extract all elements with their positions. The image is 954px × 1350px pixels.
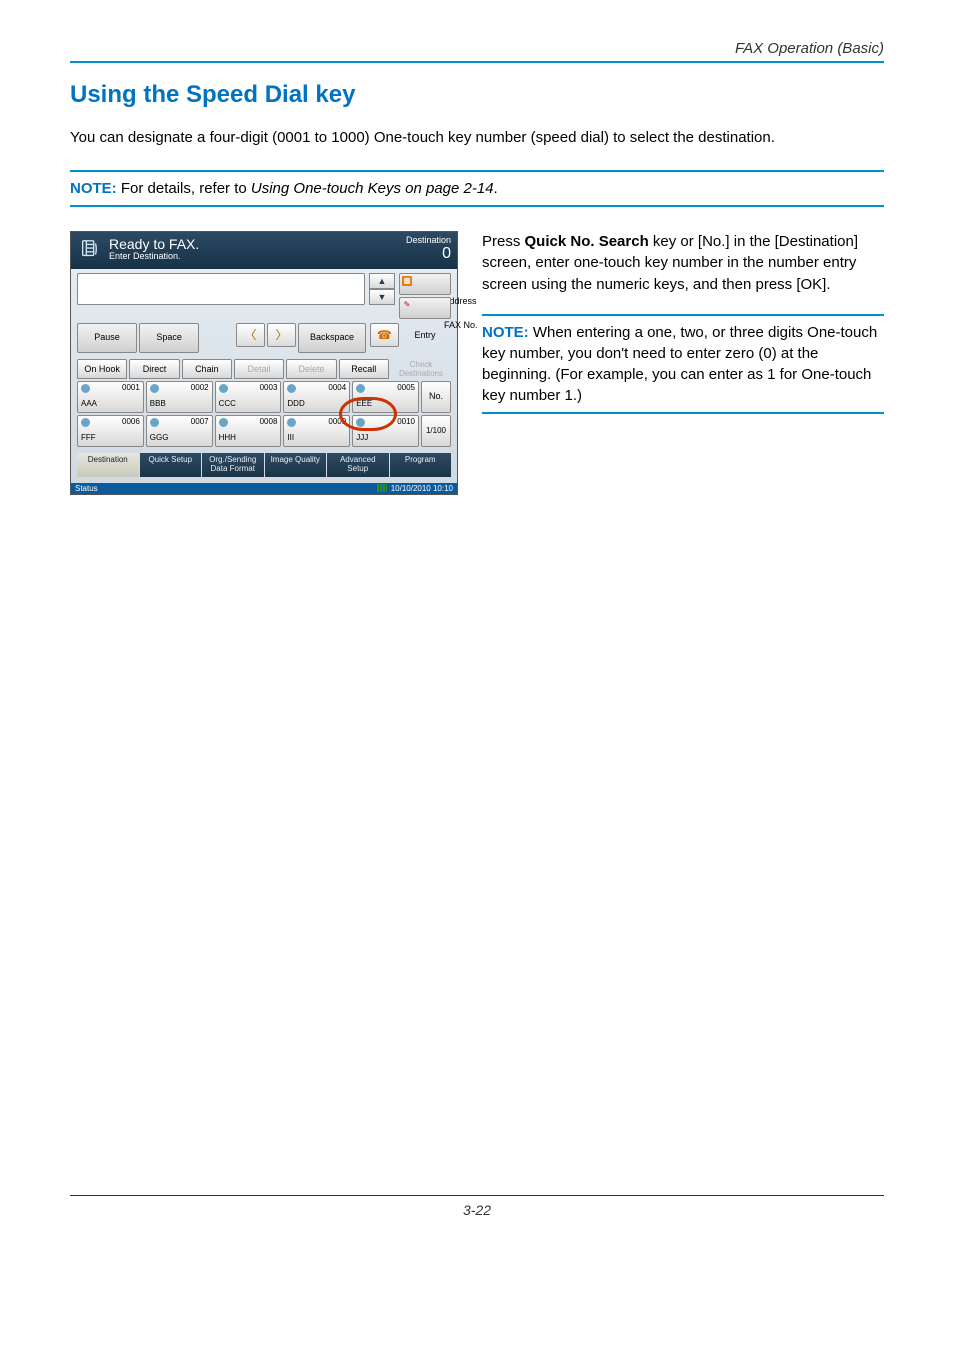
space-button[interactable]: Space xyxy=(139,323,199,353)
onetouch-key-0001[interactable]: 0001AAA xyxy=(77,381,144,413)
onetouch-icon xyxy=(219,384,228,393)
onetouch-icon xyxy=(356,384,365,393)
tab-quick-setup[interactable]: Quick Setup xyxy=(140,453,202,477)
onetouch-icon xyxy=(81,384,90,393)
scroll-up-button[interactable]: ▲ xyxy=(369,273,395,289)
panel-title: Ready to FAX. xyxy=(109,237,199,252)
on-hook-icon-button[interactable]: ☎ xyxy=(370,323,399,347)
onetouch-icon xyxy=(81,418,90,427)
onetouch-key-0009[interactable]: 0009III xyxy=(283,415,350,447)
note-text: For details, refer to xyxy=(117,180,251,197)
address-book-button[interactable]: ▦ Address Book xyxy=(399,273,451,295)
onetouch-key-0003[interactable]: 0003CCC xyxy=(215,381,282,413)
pause-button[interactable]: Pause xyxy=(77,323,137,353)
onetouch-icon xyxy=(287,418,296,427)
quick-no-search-label: Quick No. Search xyxy=(525,233,649,250)
direct-tab[interactable]: Direct xyxy=(129,359,179,379)
scroll-down-button[interactable]: ▼ xyxy=(369,289,395,305)
onetouch-key-0008[interactable]: 0008HHH xyxy=(215,415,282,447)
phone-icon: ☎ xyxy=(377,328,392,342)
onetouch-key-0006[interactable]: 0006FFF xyxy=(77,415,144,447)
dest-count-area: Destination 0 xyxy=(406,236,451,263)
status-label: Status xyxy=(75,484,98,493)
onhook-tab[interactable]: On Hook xyxy=(77,359,127,379)
onetouch-icon xyxy=(356,418,365,427)
recall-tab[interactable]: Recall xyxy=(339,359,389,379)
onetouch-key-0002[interactable]: 0002BBB xyxy=(146,381,213,413)
note-label-2: NOTE: xyxy=(482,324,529,341)
page-indicator: 1/100 xyxy=(421,415,451,447)
panel-header: Ready to FAX. Enter Destination. Destina… xyxy=(71,232,457,269)
memory-icon xyxy=(377,484,387,492)
check-destinations-label: Check Destinations xyxy=(391,359,451,379)
note-box-2: NOTE: When entering a one, two, or three… xyxy=(482,314,884,414)
address-book-icon: ▦ xyxy=(402,276,412,286)
status-datetime: 10/10/2010 10:10 xyxy=(391,484,453,493)
detail-tab[interactable]: Detail xyxy=(234,359,284,379)
onetouch-key-0010[interactable]: 0010JJJ xyxy=(352,415,419,447)
status-bar: Status 10/10/2010 10:10 xyxy=(71,483,457,494)
fax-icon xyxy=(77,236,103,262)
page-number: 3-22 xyxy=(70,1195,884,1218)
tab-program[interactable]: Program xyxy=(390,453,452,477)
note-tail: . xyxy=(494,180,498,197)
onetouch-key-0007[interactable]: 0007GGG xyxy=(146,415,213,447)
onetouch-key-0005[interactable]: 0005EEE xyxy=(352,381,419,413)
cursor-left-button[interactable]: 〈 xyxy=(236,323,265,347)
section-heading: Using the Speed Dial key xyxy=(70,81,884,109)
tab-destination[interactable]: Destination xyxy=(77,453,139,477)
intro-paragraph: You can designate a four-digit (0001 to … xyxy=(70,127,884,150)
dest-label: Destination xyxy=(406,235,451,245)
note-label: NOTE: xyxy=(70,180,117,197)
backspace-button[interactable]: Backspace xyxy=(298,323,366,353)
touch-panel-screenshot: Ready to FAX. Enter Destination. Destina… xyxy=(70,231,458,495)
dest-count: 0 xyxy=(406,245,451,263)
bottom-tab-bar: Destination Quick Setup Org./Sending Dat… xyxy=(77,453,451,477)
fax-entry-icon: ✎ xyxy=(402,300,412,310)
page-header: FAX Operation (Basic) xyxy=(70,40,884,57)
tab-advanced-setup[interactable]: Advanced Setup xyxy=(327,453,389,477)
delete-tab[interactable]: Delete xyxy=(286,359,336,379)
note-box-1: NOTE: For details, refer to Using One-to… xyxy=(70,170,884,207)
destination-input[interactable] xyxy=(77,273,365,305)
tab-image-quality[interactable]: Image Quality xyxy=(265,453,327,477)
cursor-right-button[interactable]: 〉 xyxy=(267,323,296,347)
note-ref: Using One-touch Keys on page 2-14 xyxy=(251,180,494,197)
onetouch-icon xyxy=(287,384,296,393)
chain-tab[interactable]: Chain xyxy=(182,359,232,379)
instruction-paragraph: Press Quick No. Search key or [No.] in t… xyxy=(482,231,884,296)
fax-no-entry-button[interactable]: ✎ FAX No. Entry xyxy=(399,297,451,319)
onetouch-icon xyxy=(219,418,228,427)
panel-subtitle: Enter Destination. xyxy=(109,252,199,262)
tab-org-sending[interactable]: Org./Sending Data Format xyxy=(202,453,264,477)
header-rule xyxy=(70,61,884,63)
no-button[interactable]: No. xyxy=(421,381,451,413)
onetouch-icon xyxy=(150,418,159,427)
note-text-2: When entering a one, two, or three digit… xyxy=(482,324,877,404)
speed-dial-grid: 0001AAA 0002BBB 0003CCC 0004DDD 0005EEE … xyxy=(77,381,451,447)
onetouch-key-0004[interactable]: 0004DDD xyxy=(283,381,350,413)
onetouch-icon xyxy=(150,384,159,393)
